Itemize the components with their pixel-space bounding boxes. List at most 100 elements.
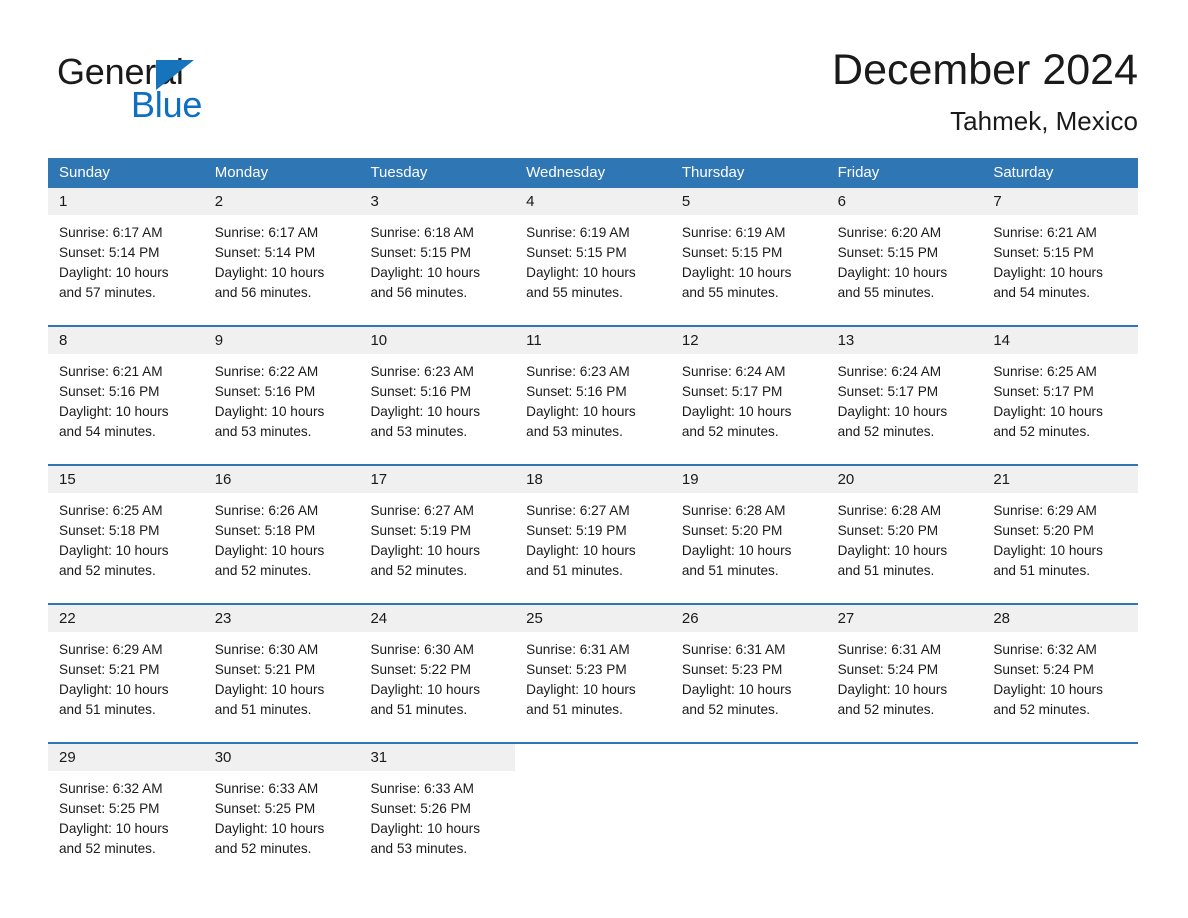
day-number: 14 [993, 332, 1010, 349]
sunrise-text: Sunrise: 6:25 AM [993, 364, 1097, 379]
sunrise-text: Sunrise: 6:18 AM [370, 225, 474, 240]
day-cell[interactable]: 29 Sunrise: 6:32 AM Sunset: 5:25 PM Dayl… [48, 744, 204, 881]
day-cell[interactable]: 28 Sunrise: 6:32 AM Sunset: 5:24 PM Dayl… [982, 605, 1139, 742]
daylight-text-line1: Daylight: 10 hours [993, 404, 1103, 419]
day-cell[interactable]: 31 Sunrise: 6:33 AM Sunset: 5:26 PM Dayl… [359, 744, 516, 881]
day-details: Sunrise: 6:23 AM Sunset: 5:16 PM Dayligh… [359, 354, 515, 442]
sunset-text: Sunset: 5:17 PM [993, 384, 1094, 399]
general-blue-logo[interactable]: General Blue [57, 52, 297, 132]
day-number-band: 9 [203, 327, 360, 354]
day-cell[interactable]: 10 Sunrise: 6:23 AM Sunset: 5:16 PM Dayl… [359, 327, 516, 464]
day-cell[interactable]: 25 Sunrise: 6:31 AM Sunset: 5:23 PM Dayl… [515, 605, 671, 742]
sunrise-text: Sunrise: 6:32 AM [59, 781, 163, 796]
day-cell[interactable]: 24 Sunrise: 6:30 AM Sunset: 5:22 PM Dayl… [359, 605, 516, 742]
day-cell[interactable]: 7 Sunrise: 6:21 AM Sunset: 5:15 PM Dayli… [982, 188, 1139, 325]
daylight-text-line1: Daylight: 10 hours [681, 265, 792, 280]
daylight-text-line2: and 52 minutes. [370, 563, 468, 578]
day-details: Sunrise: 6:31 AM Sunset: 5:23 PM Dayligh… [515, 632, 671, 720]
day-details: Sunrise: 6:29 AM Sunset: 5:20 PM Dayligh… [982, 493, 1138, 581]
day-cell[interactable]: 15 Sunrise: 6:25 AM Sunset: 5:18 PM Dayl… [48, 466, 204, 603]
day-details: Sunrise: 6:32 AM Sunset: 5:24 PM Dayligh… [982, 632, 1138, 720]
daylight-text-line1: Daylight: 10 hours [526, 265, 636, 280]
day-cell[interactable]: 21 Sunrise: 6:29 AM Sunset: 5:20 PM Dayl… [982, 466, 1139, 603]
calendar-grid: Sunday Monday Tuesday Wednesday Thursday… [48, 158, 1139, 881]
day-number: 20 [837, 471, 855, 488]
daylight-text-line2: and 52 minutes. [993, 702, 1091, 717]
daylight-text-line1: Daylight: 10 hours [837, 543, 948, 558]
day-cell[interactable]: 12 Sunrise: 6:24 AM Sunset: 5:17 PM Dayl… [670, 327, 827, 464]
day-details: Sunrise: 6:31 AM Sunset: 5:23 PM Dayligh… [671, 632, 827, 720]
sunrise-text: Sunrise: 6:28 AM [681, 503, 786, 518]
daylight-text-line2: and 52 minutes. [837, 424, 935, 439]
week-row: 22 Sunrise: 6:29 AM Sunset: 5:21 PM Dayl… [48, 603, 1139, 742]
day-cell[interactable]: 26 Sunrise: 6:31 AM Sunset: 5:23 PM Dayl… [670, 605, 827, 742]
day-cell[interactable]: 30 Sunrise: 6:33 AM Sunset: 5:25 PM Dayl… [203, 744, 360, 881]
daylight-text-line1: Daylight: 10 hours [993, 543, 1103, 558]
brand-name-blue: Blue [131, 84, 203, 125]
day-number-band: 3 [359, 188, 516, 215]
day-cell[interactable]: 22 Sunrise: 6:29 AM Sunset: 5:21 PM Dayl… [48, 605, 204, 742]
sunset-text: Sunset: 5:23 PM [526, 662, 627, 677]
daylight-text-line1: Daylight: 10 hours [681, 404, 792, 419]
sunset-text: Sunset: 5:23 PM [681, 662, 783, 677]
day-number: 7 [993, 193, 1002, 210]
day-cell[interactable]: 14 Sunrise: 6:25 AM Sunset: 5:17 PM Dayl… [982, 327, 1139, 464]
day-details: Sunrise: 6:31 AM Sunset: 5:24 PM Dayligh… [827, 632, 983, 720]
day-number-band: 15 [48, 466, 204, 493]
day-cell[interactable]: 4 Sunrise: 6:19 AM Sunset: 5:15 PM Dayli… [515, 188, 671, 325]
day-cell[interactable]: 19 Sunrise: 6:28 AM Sunset: 5:20 PM Dayl… [670, 466, 827, 603]
day-cell[interactable]: 3 Sunrise: 6:18 AM Sunset: 5:15 PM Dayli… [359, 188, 516, 325]
sunrise-text: Sunrise: 6:31 AM [837, 642, 942, 657]
sunrise-text: Sunrise: 6:20 AM [837, 225, 942, 240]
day-number-band: 24 [359, 605, 516, 632]
day-cell[interactable]: 2 Sunrise: 6:17 AM Sunset: 5:14 PM Dayli… [203, 188, 360, 325]
sunset-text: Sunset: 5:24 PM [837, 662, 939, 677]
daylight-text-line1: Daylight: 10 hours [526, 543, 636, 558]
daylight-text-line1: Daylight: 10 hours [370, 682, 481, 697]
day-details: Sunrise: 6:33 AM Sunset: 5:25 PM Dayligh… [204, 771, 360, 859]
sunset-text: Sunset: 5:20 PM [837, 523, 939, 538]
day-number: 17 [370, 471, 388, 488]
daylight-text-line1: Daylight: 10 hours [370, 404, 481, 419]
day-cell[interactable]: 17 Sunrise: 6:27 AM Sunset: 5:19 PM Dayl… [359, 466, 516, 603]
sunset-text: Sunset: 5:21 PM [59, 662, 160, 677]
daylight-text-line2: and 52 minutes. [681, 702, 779, 717]
day-cell[interactable]: 8 Sunrise: 6:21 AM Sunset: 5:16 PM Dayli… [48, 327, 204, 464]
sunrise-text: Sunrise: 6:32 AM [993, 642, 1097, 657]
sunrise-text: Sunrise: 6:23 AM [526, 364, 630, 379]
sunset-text: Sunset: 5:16 PM [59, 384, 160, 399]
day-details: Sunrise: 6:29 AM Sunset: 5:21 PM Dayligh… [48, 632, 204, 720]
sunset-text: Sunset: 5:15 PM [370, 245, 471, 260]
day-details: Sunrise: 6:17 AM Sunset: 5:14 PM Dayligh… [48, 215, 204, 303]
day-cell[interactable]: 23 Sunrise: 6:30 AM Sunset: 5:21 PM Dayl… [203, 605, 360, 742]
day-cell[interactable]: 20 Sunrise: 6:28 AM Sunset: 5:20 PM Dayl… [826, 466, 983, 603]
week-row: 15 Sunrise: 6:25 AM Sunset: 5:18 PM Dayl… [48, 464, 1139, 603]
day-number: 2 [214, 193, 224, 210]
sunset-text: Sunset: 5:16 PM [370, 384, 471, 399]
daylight-text-line1: Daylight: 10 hours [526, 682, 636, 697]
weekday-header-saturday: Saturday [993, 164, 1054, 181]
day-number: 5 [681, 193, 691, 210]
sunset-text: Sunset: 5:14 PM [59, 245, 160, 260]
daylight-text-line2: and 52 minutes. [681, 424, 779, 439]
day-cell[interactable]: 9 Sunrise: 6:22 AM Sunset: 5:16 PM Dayli… [203, 327, 360, 464]
day-cell-empty [515, 744, 671, 881]
day-number-band: 2 [203, 188, 360, 215]
day-cell[interactable]: 5 Sunrise: 6:19 AM Sunset: 5:15 PM Dayli… [670, 188, 827, 325]
day-details: Sunrise: 6:19 AM Sunset: 5:15 PM Dayligh… [671, 215, 827, 303]
daylight-text-line2: and 54 minutes. [993, 285, 1091, 300]
weekday-header-sunday: Sunday [59, 164, 110, 181]
day-number-band [827, 744, 983, 771]
daylight-text-line1: Daylight: 10 hours [59, 404, 169, 419]
day-details: Sunrise: 6:25 AM Sunset: 5:18 PM Dayligh… [48, 493, 204, 581]
day-cell[interactable]: 11 Sunrise: 6:23 AM Sunset: 5:16 PM Dayl… [515, 327, 671, 464]
sunset-text: Sunset: 5:14 PM [214, 245, 316, 260]
week-row: 8 Sunrise: 6:21 AM Sunset: 5:16 PM Dayli… [48, 325, 1139, 464]
day-cell[interactable]: 27 Sunrise: 6:31 AM Sunset: 5:24 PM Dayl… [826, 605, 983, 742]
day-cell[interactable]: 16 Sunrise: 6:26 AM Sunset: 5:18 PM Dayl… [203, 466, 360, 603]
day-cell-empty [671, 744, 827, 881]
day-cell[interactable]: 18 Sunrise: 6:27 AM Sunset: 5:19 PM Dayl… [515, 466, 671, 603]
day-cell[interactable]: 13 Sunrise: 6:24 AM Sunset: 5:17 PM Dayl… [826, 327, 983, 464]
day-cell[interactable]: 1 Sunrise: 6:17 AM Sunset: 5:14 PM Dayli… [48, 188, 204, 325]
day-cell[interactable]: 6 Sunrise: 6:20 AM Sunset: 5:15 PM Dayli… [826, 188, 983, 325]
